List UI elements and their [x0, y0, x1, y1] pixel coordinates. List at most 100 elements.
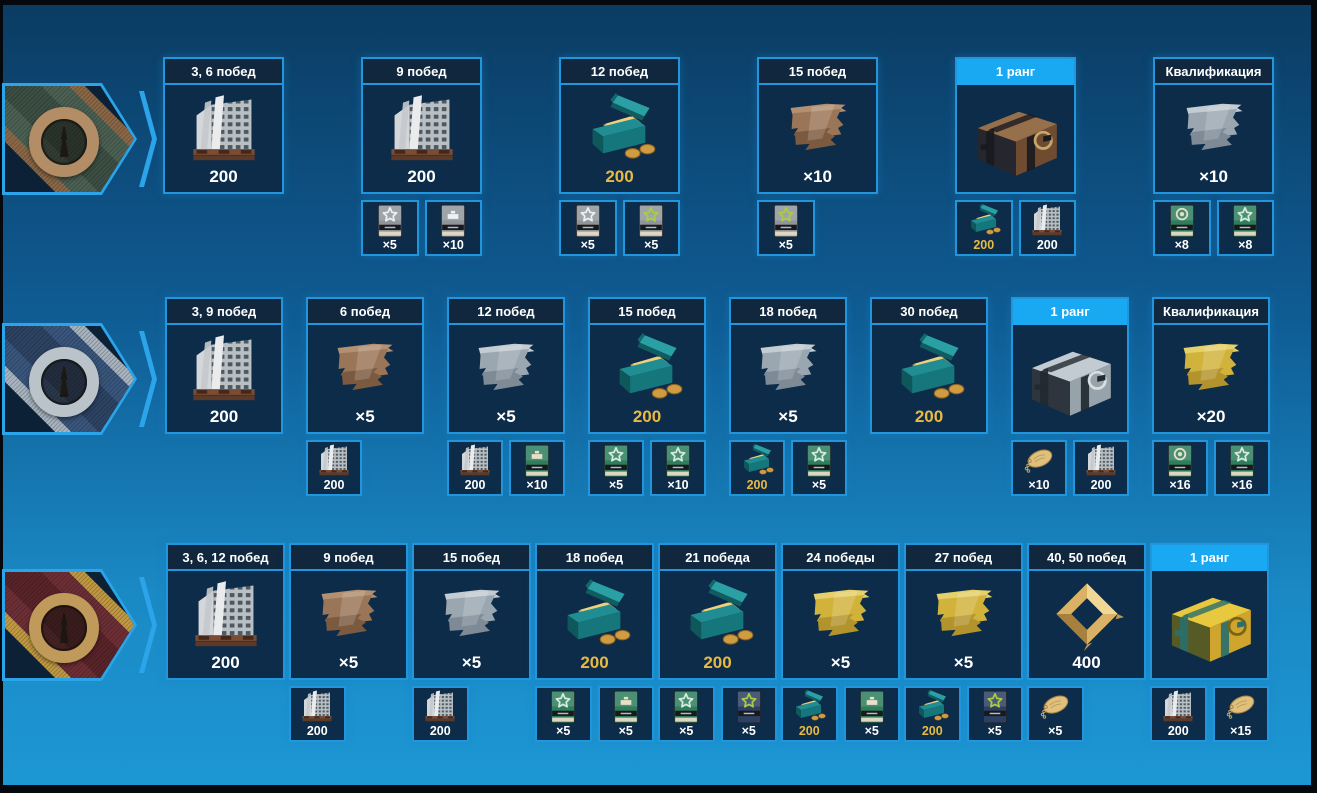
- gold-box-icon: [739, 440, 775, 478]
- bonus-value: 200: [973, 238, 994, 253]
- signal-green-coin-icon: [1169, 202, 1195, 238]
- reward-value: 200: [209, 167, 237, 189]
- green-ribbon-medal: [5, 86, 134, 192]
- crate-gold-icon: [1152, 571, 1267, 675]
- bonus-card[interactable]: 200: [781, 686, 838, 742]
- bonus-card[interactable]: ×5: [623, 200, 681, 256]
- bonus-card[interactable]: ×10: [1011, 440, 1067, 496]
- bonus-card[interactable]: ×5: [967, 686, 1024, 742]
- bonus-card[interactable]: 200: [447, 440, 503, 496]
- reward-card[interactable]: 1 ранг: [1150, 543, 1269, 680]
- reward-card[interactable]: 9 побед 200: [361, 57, 482, 194]
- reward-card-column: 15 побед ×5 200: [412, 543, 531, 742]
- bonus-card[interactable]: 200: [412, 686, 469, 742]
- reward-card[interactable]: 12 побед 200: [559, 57, 680, 194]
- blue-ribbon-medal: [5, 326, 134, 432]
- reward-value: ×10: [1199, 167, 1228, 189]
- crate-brown-icon: [957, 85, 1074, 189]
- reward-card[interactable]: 18 побед 200: [535, 543, 654, 680]
- bonus-card[interactable]: ×10: [509, 440, 565, 496]
- bonus-rewards: ×5 ×5: [658, 686, 777, 742]
- camo-grey-icon: [731, 325, 845, 407]
- reward-card-column: 12 побед ×5 200 ×10: [447, 297, 565, 496]
- bonus-card[interactable]: ×5: [658, 686, 715, 742]
- reward-value: ×5: [339, 653, 358, 675]
- bonus-card[interactable]: 200: [306, 440, 362, 496]
- bonus-card[interactable]: ×15: [1213, 686, 1270, 742]
- bonus-card[interactable]: ×10: [425, 200, 483, 256]
- reward-card[interactable]: 3, 6, 12 побед 200: [166, 543, 285, 680]
- bonus-card[interactable]: ×10: [650, 440, 706, 496]
- camo-grey-icon: [414, 571, 529, 653]
- building-icon: [457, 440, 493, 478]
- reward-card[interactable]: 3, 6 побед 200: [163, 57, 284, 194]
- bonus-rewards: 200 ×5: [729, 440, 847, 496]
- bonus-value: ×5: [812, 478, 826, 493]
- bonus-value: ×8: [1238, 238, 1252, 253]
- reward-card[interactable]: 27 побед ×5: [904, 543, 1023, 680]
- bonus-card[interactable]: ×16: [1214, 440, 1270, 496]
- bonus-card[interactable]: ×5: [559, 200, 617, 256]
- reward-card-body: 200: [363, 85, 480, 192]
- bonus-card[interactable]: ×8: [1153, 200, 1211, 256]
- reward-card[interactable]: 6 побед ×5: [306, 297, 424, 434]
- bonus-card[interactable]: ×5: [588, 440, 644, 496]
- bonus-value: ×5: [779, 238, 793, 253]
- reward-card-body: ×5: [906, 571, 1021, 678]
- reward-card[interactable]: 15 побед ×5: [412, 543, 531, 680]
- signal-green-star-icon: [673, 688, 699, 724]
- bonus-card[interactable]: ×5: [598, 686, 655, 742]
- bonus-value: ×16: [1231, 478, 1252, 493]
- bonus-card[interactable]: 200: [904, 686, 961, 742]
- reward-card[interactable]: Квалификация ×10: [1153, 57, 1274, 194]
- bonus-card[interactable]: ×5: [757, 200, 815, 256]
- bonus-value: 200: [307, 724, 328, 739]
- bonus-card[interactable]: 200: [1073, 440, 1129, 496]
- reward-card[interactable]: 12 побед ×5: [447, 297, 565, 434]
- signal-green-star-icon: [550, 688, 576, 724]
- reward-value: 200: [407, 167, 435, 189]
- reward-card-header: 24 победы: [783, 545, 898, 571]
- bonus-rewards: ×8 ×8: [1153, 200, 1274, 256]
- bonus-card[interactable]: ×5: [844, 686, 901, 742]
- bonus-card[interactable]: ×5: [721, 686, 778, 742]
- reward-card[interactable]: 3, 9 побед 200: [165, 297, 283, 434]
- building-icon: [1029, 200, 1065, 238]
- reward-card[interactable]: 15 побед ×10: [757, 57, 878, 194]
- bonus-card[interactable]: 200: [1150, 686, 1207, 742]
- bonus-card[interactable]: ×5: [1027, 686, 1084, 742]
- reward-card-header: 30 побед: [872, 299, 986, 325]
- reward-card[interactable]: 18 побед ×5: [729, 297, 847, 434]
- bonus-card[interactable]: 200: [289, 686, 346, 742]
- reward-card[interactable]: 30 побед 200: [870, 297, 988, 434]
- medal-frame: [2, 83, 137, 195]
- reward-value: 200: [210, 407, 238, 429]
- reward-card[interactable]: Квалификация ×20: [1152, 297, 1270, 434]
- bonus-value: ×16: [1169, 478, 1190, 493]
- gold-box-icon: [966, 200, 1002, 238]
- reward-card[interactable]: 1 ранг: [1011, 297, 1129, 434]
- bonus-card[interactable]: 200: [729, 440, 785, 496]
- reward-card-header: 9 побед: [363, 59, 480, 85]
- reward-card[interactable]: 9 побед ×5: [289, 543, 408, 680]
- reward-card[interactable]: 24 победы ×5: [781, 543, 900, 680]
- reward-card[interactable]: 21 победа 200: [658, 543, 777, 680]
- reward-card[interactable]: 1 ранг: [955, 57, 1076, 194]
- reward-card[interactable]: 40, 50 побед 400: [1027, 543, 1146, 680]
- reward-value: ×5: [462, 653, 481, 675]
- building-icon: [1083, 440, 1119, 478]
- bonus-card[interactable]: ×5: [361, 200, 419, 256]
- bonus-card[interactable]: 200: [955, 200, 1013, 256]
- reward-value: ×5: [355, 407, 374, 429]
- signal-green-star-icon: [1232, 202, 1258, 238]
- bonus-card[interactable]: ×5: [535, 686, 592, 742]
- bonus-card[interactable]: ×16: [1152, 440, 1208, 496]
- reward-card-header: Квалификация: [1155, 59, 1272, 85]
- bonus-card[interactable]: ×5: [791, 440, 847, 496]
- reward-card-header: 3, 6 побед: [165, 59, 282, 85]
- bonus-card[interactable]: ×8: [1217, 200, 1275, 256]
- bonus-card[interactable]: 200: [1019, 200, 1077, 256]
- reward-card[interactable]: 15 побед 200: [588, 297, 706, 434]
- reward-value: 200: [915, 407, 943, 429]
- reward-value: 200: [211, 653, 239, 675]
